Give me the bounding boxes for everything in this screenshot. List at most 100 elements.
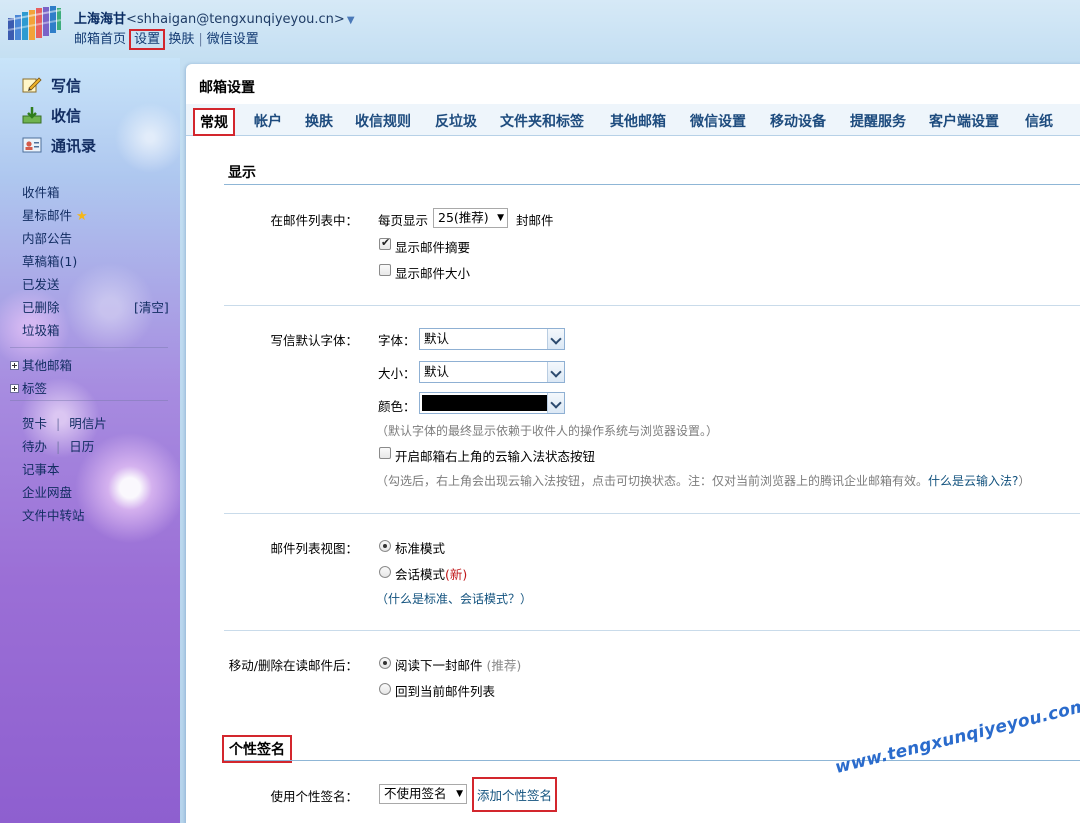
row-divider [224, 513, 1080, 514]
folder-inbox[interactable]: 收件箱 [22, 182, 60, 201]
other-mail-label: 其他邮箱 [22, 358, 73, 373]
show-size-label: 显示邮件大小 [395, 266, 471, 281]
tool-postcard[interactable]: 明信片 [69, 416, 107, 431]
section-divider [224, 760, 1080, 761]
write-mail-button[interactable]: 写信 [22, 74, 81, 96]
per-page-prefix: 每页显示 [378, 213, 429, 228]
write-mail-label: 写信 [51, 76, 82, 95]
user-email[interactable]: <shhaigan@tengxunqiyeyou.cn> [126, 12, 345, 27]
star-icon: ★ [76, 209, 88, 224]
sidebar-divider [10, 400, 168, 401]
settings-tabs: 常规 帐户 换肤 收信规则 反垃圾 文件夹和标签 其他邮箱 微信设置 移动设备 … [186, 104, 1080, 136]
tool-card[interactable]: 贺卡 [22, 416, 47, 431]
tool-todo[interactable]: 待办 [22, 439, 47, 454]
nav-home-link[interactable]: 邮箱首页 [74, 32, 126, 47]
view-conversation-text: 会话模式 [395, 567, 446, 582]
user-info: 上海海甘<shhaigan@tengxunqiyeyou.cn> ▼ [74, 8, 355, 27]
dropdown-arrow-icon: ▼ [456, 789, 463, 799]
tab-general[interactable]: 常规 [193, 108, 235, 136]
new-badge: (新) [445, 567, 468, 582]
cloud-input-help-link[interactable]: 什么是云输入法? [928, 474, 1018, 488]
nav-wechat-settings-link[interactable]: 微信设置 [207, 32, 259, 47]
tab-mail-rules[interactable]: 收信规则 [355, 111, 411, 131]
sidebar-divider [10, 347, 168, 348]
other-mail-group[interactable]: 其他邮箱 [10, 355, 72, 374]
cloud-input-checkbox[interactable] [379, 447, 391, 459]
tool-file-transfer[interactable]: 文件中转站 [22, 505, 85, 524]
tab-mobile-devices[interactable]: 移动设备 [770, 111, 826, 131]
tool-separator: | [56, 439, 61, 454]
tool-separator: | [56, 416, 61, 431]
tab-stationery[interactable]: 信纸 [1025, 111, 1053, 131]
tool-notepad[interactable]: 记事本 [22, 459, 60, 478]
tool-card-row: 贺卡 | 明信片 [22, 413, 107, 432]
tab-skin[interactable]: 换肤 [305, 111, 333, 131]
clear-deleted-link[interactable]: [清空] [134, 297, 169, 316]
show-size-checkbox[interactable] [379, 264, 391, 276]
tab-wechat-settings[interactable]: 微信设置 [690, 111, 746, 131]
display-section-title: 显示 [228, 165, 256, 181]
after-read-next-text: 阅读下一封邮件 [395, 658, 483, 673]
per-page-value: 25(推荐) [438, 210, 489, 225]
receive-mail-button[interactable]: 收信 [22, 104, 81, 126]
signature-select-value: 不使用签名 [384, 786, 447, 801]
tab-other-mailboxes[interactable]: 其他邮箱 [610, 111, 666, 131]
mailbox-logo[interactable] [6, 4, 62, 46]
add-signature-link[interactable]: 添加个性签名 [472, 777, 558, 812]
font-color-select[interactable] [419, 392, 565, 414]
view-conversation-radio[interactable] [379, 566, 391, 578]
color-swatch [422, 395, 548, 411]
tab-anti-spam[interactable]: 反垃圾 [435, 111, 477, 131]
folder-spam[interactable]: 垃圾箱 [22, 320, 60, 339]
section-divider [224, 184, 1080, 185]
after-read-back-radio[interactable] [379, 683, 391, 695]
expand-plus-icon[interactable] [10, 361, 19, 370]
tool-calendar[interactable]: 日历 [69, 439, 94, 454]
folder-drafts[interactable]: 草稿箱(1) [22, 251, 77, 270]
show-summary-checkbox[interactable] [379, 236, 391, 250]
pencil-icon [22, 76, 42, 94]
top-nav: 邮箱首页 设置 换肤 | 微信设置 [74, 28, 259, 50]
contacts-card-icon [22, 136, 42, 154]
receive-mail-label: 收信 [51, 106, 82, 125]
signature-select[interactable]: 不使用签名 ▼ [379, 784, 467, 804]
folder-sent[interactable]: 已发送 [22, 274, 60, 293]
signature-use-label: 使用个性签名： [270, 789, 358, 804]
show-summary-label: 显示邮件摘要 [395, 240, 471, 255]
expand-plus-icon[interactable] [10, 384, 19, 393]
view-help: （什么是标准、会话模式？） [376, 590, 532, 607]
dropdown-arrow-icon: ▼ [497, 213, 504, 223]
view-standard-radio[interactable] [379, 540, 391, 552]
folder-deleted[interactable]: 已删除 [22, 297, 60, 316]
view-help-link[interactable]: 什么是标准、会话模式？ [388, 592, 520, 606]
cloud-hint-text: （勾选后，右上角会出现云输入法按钮，点击可切换状态。注：仅对当前浏览器上的腾讯企… [376, 474, 929, 488]
tab-account[interactable]: 帐户 [254, 111, 282, 131]
after-read-next-radio[interactable] [379, 657, 391, 669]
per-page-suffix: 封邮件 [516, 213, 554, 228]
font-family-select[interactable]: 默认 [419, 328, 565, 350]
row-divider [224, 305, 1080, 306]
tab-client-settings[interactable]: 客户端设置 [929, 111, 999, 131]
folder-starred[interactable]: 星标邮件 ★ [22, 205, 88, 224]
folder-starred-label: 星标邮件 [22, 208, 73, 223]
font-family-label: 字体： [378, 333, 416, 348]
view-help-open: （ [376, 592, 389, 606]
inbox-download-icon [22, 106, 42, 124]
view-help-close: ） [520, 592, 533, 606]
tab-folders-tags[interactable]: 文件夹和标签 [500, 111, 584, 131]
chevron-down-icon [547, 329, 564, 349]
nav-settings-link[interactable]: 设置 [129, 29, 166, 50]
nav-skin-link[interactable]: 换肤 [168, 32, 194, 47]
account-dropdown-icon[interactable]: ▼ [347, 15, 355, 26]
folder-announcements[interactable]: 内部公告 [22, 228, 72, 247]
list-view-label: 邮件列表视图： [270, 541, 358, 556]
left-sidebar: 写信 收信 通讯录 收件箱 星标邮件 ★ 内部公告 草稿箱(1) 已发送 已删除… [0, 58, 180, 823]
contacts-button[interactable]: 通讯录 [22, 134, 96, 156]
tool-netdisk[interactable]: 企业网盘 [22, 482, 72, 501]
font-size-select[interactable]: 默认 [419, 361, 565, 383]
signature-section-title: 个性签名 [222, 735, 292, 763]
per-page-select[interactable]: 25(推荐) ▼ [433, 208, 508, 228]
tags-group[interactable]: 标签 [10, 378, 47, 397]
tab-reminders[interactable]: 提醒服务 [850, 111, 906, 131]
view-standard-label: 标准模式 [395, 541, 446, 556]
